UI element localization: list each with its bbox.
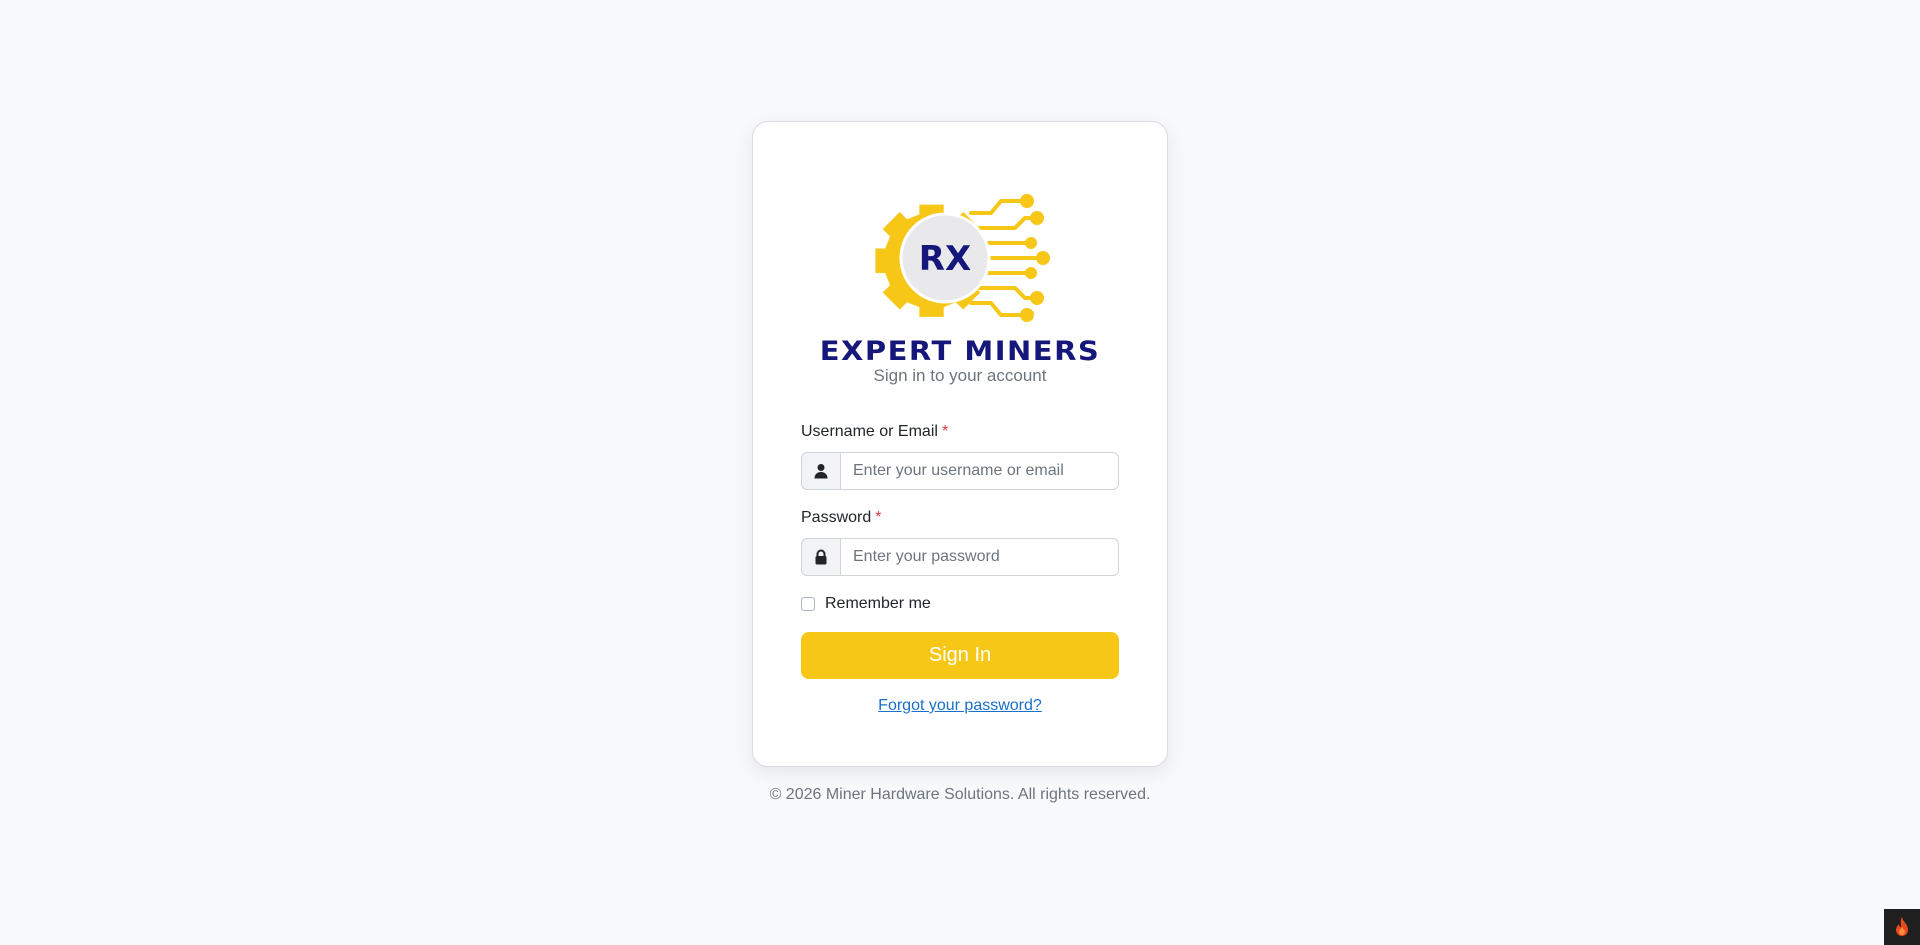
remember-label[interactable]: Remember me <box>825 595 931 613</box>
sign-in-button[interactable]: Sign In <box>801 632 1119 679</box>
remember-me[interactable]: Remember me <box>801 595 931 613</box>
remember-checkbox[interactable] <box>801 597 815 611</box>
forgot-password-link[interactable]: Forgot your password? <box>878 697 1042 714</box>
forgot-password-container: Forgot your password? <box>753 697 1167 715</box>
required-mark: * <box>875 509 882 526</box>
flame-icon <box>1896 917 1908 936</box>
required-mark: * <box>941 423 949 440</box>
password-label-text: Password <box>801 509 872 526</box>
username-input[interactable] <box>841 452 1119 490</box>
user-icon <box>801 452 841 490</box>
password-input-group <box>801 538 1119 576</box>
password-label: Password * <box>801 509 881 527</box>
login-card: RX EXPERT MINERS Sign in to your account… <box>752 121 1168 767</box>
footer-copyright: © 2026 Miner Hardware Solutions. All rig… <box>769 786 1151 803</box>
lock-icon <box>801 538 841 576</box>
username-label: Username or Email * <box>801 423 948 441</box>
logo-monogram: RX <box>919 239 971 279</box>
brand-name: EXPERT MINERS <box>819 335 1101 367</box>
username-label-text: Username or Email <box>801 423 938 440</box>
password-input[interactable] <box>841 538 1119 576</box>
username-input-group <box>801 452 1119 490</box>
corner-widget[interactable] <box>1884 909 1920 945</box>
login-page: RX EXPERT MINERS Sign in to your account… <box>0 0 1920 945</box>
rx-logo: RX <box>875 194 1050 322</box>
page-subtitle: Sign in to your account <box>873 366 1047 385</box>
